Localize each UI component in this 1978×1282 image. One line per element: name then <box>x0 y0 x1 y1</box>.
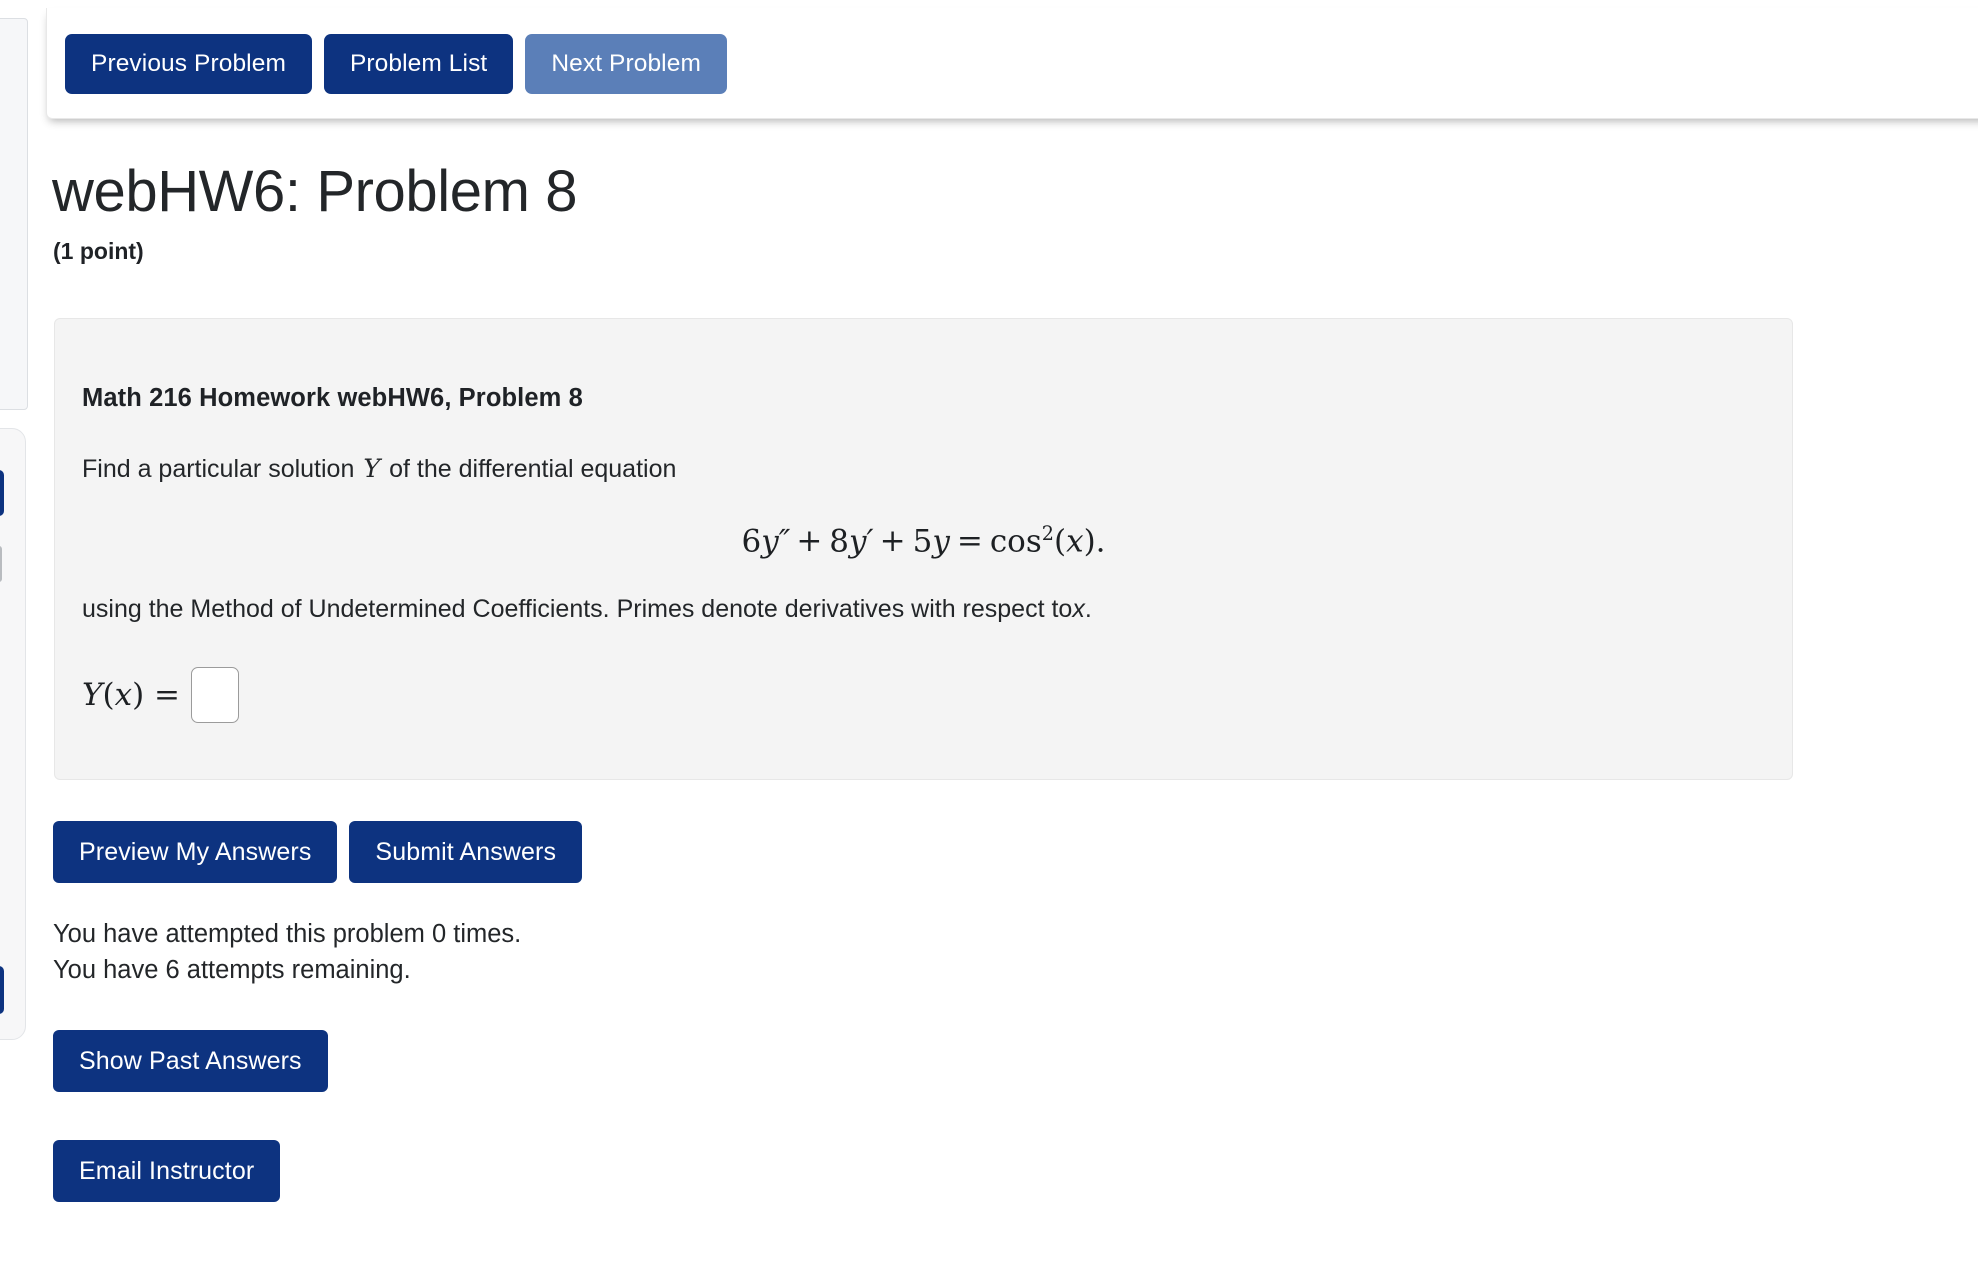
next-problem-button[interactable]: Next Problem <box>525 34 727 94</box>
note-text-lead: using the Method of Undetermined Coeffic… <box>82 595 1073 624</box>
equation-open-paren: ( <box>1053 523 1067 560</box>
prompt-text-lead: Find a particular solution <box>82 455 355 483</box>
note-text-trail: . <box>1084 595 1092 624</box>
background-input-chip <box>0 546 2 582</box>
equation-argument-x: x <box>1066 523 1084 560</box>
problem-statement-panel: Math 216 Homework webHW6, Problem 8 Find… <box>54 318 1793 780</box>
preview-my-answers-button[interactable]: Preview My Answers <box>53 821 338 883</box>
problem-list-button[interactable]: Problem List <box>323 34 514 94</box>
submit-answers-button[interactable]: Submit Answers <box>349 821 583 883</box>
equation-y-zero: y <box>932 523 950 560</box>
attempts-used-line: You have attempted this problem 0 times. <box>53 920 522 948</box>
equation-equals-sign: = <box>956 523 983 560</box>
note-variable-x: x <box>1072 595 1085 624</box>
problem-prompt: Find a particular solution Y of the diff… <box>55 413 1792 486</box>
email-instructor-button[interactable]: Email Instructor <box>53 1140 281 1202</box>
background-button-chip-lower <box>0 966 4 1014</box>
answer-input[interactable] <box>191 667 240 723</box>
answer-label: Y(x) = <box>82 677 180 713</box>
equation-coefficient-second: 6 <box>741 523 762 560</box>
equation-double-prime: ″ <box>778 523 791 560</box>
attempt-status-block: You have attempted this problem 0 times.… <box>53 916 521 988</box>
equation-close-paren: ) <box>1083 523 1096 560</box>
equation-y-second: y <box>761 523 779 560</box>
answer-entry-row: Y(x) = <box>82 667 240 723</box>
answer-label-open-paren: ( <box>102 677 115 713</box>
equation-cosine-function: cos <box>989 523 1042 560</box>
background-panel-bottom <box>0 428 26 1040</box>
page-title: webHW6: Problem 8 <box>52 159 578 224</box>
equation-single-prime: ′ <box>866 523 874 560</box>
answer-label-equals: = <box>154 677 181 713</box>
answer-action-button-group: Preview My Answers Submit Answers <box>53 821 583 883</box>
show-past-answers-button[interactable]: Show Past Answers <box>53 1030 328 1092</box>
answer-label-Y: Y <box>82 677 103 713</box>
show-past-answers-container: Show Past Answers <box>53 1030 328 1092</box>
prompt-math-variable-Y: Y <box>363 454 381 484</box>
point-value-label: (1 point) <box>53 237 144 264</box>
problem-page-main: webHW6: Problem 8 (1 point) Math 216 Hom… <box>0 118 1978 1202</box>
problem-navigation-bar: Previous Problem Problem List Next Probl… <box>46 8 1978 119</box>
equation-y-first: y <box>849 523 867 560</box>
problem-navigation-button-group: Previous Problem Problem List Next Probl… <box>65 34 727 94</box>
equation-plus-second: + <box>879 523 906 560</box>
previous-problem-button[interactable]: Previous Problem <box>65 34 312 94</box>
equation-coefficient-zero: 5 <box>912 523 933 560</box>
answer-label-close-paren: ) <box>132 677 145 713</box>
answer-label-x: x <box>114 677 133 713</box>
equation-cosine-exponent: 2 <box>1041 522 1054 546</box>
attempts-remaining-line: You have 6 attempts remaining. <box>53 956 411 985</box>
email-instructor-container: Email Instructor <box>53 1140 281 1202</box>
differential-equation-display: 6y″ +8y′ +5y = cos2(x). <box>55 486 1792 559</box>
background-button-chip-upper <box>0 470 4 516</box>
equation-plus-first: + <box>796 523 823 560</box>
prompt-text-trail: of the differential equation <box>389 455 677 483</box>
problem-method-note: using the Method of Undetermined Coeffic… <box>55 559 1792 626</box>
equation-coefficient-first: 8 <box>829 523 850 560</box>
equation-period: . <box>1095 523 1106 560</box>
problem-heading: Math 216 Homework webHW6, Problem 8 <box>82 384 583 412</box>
